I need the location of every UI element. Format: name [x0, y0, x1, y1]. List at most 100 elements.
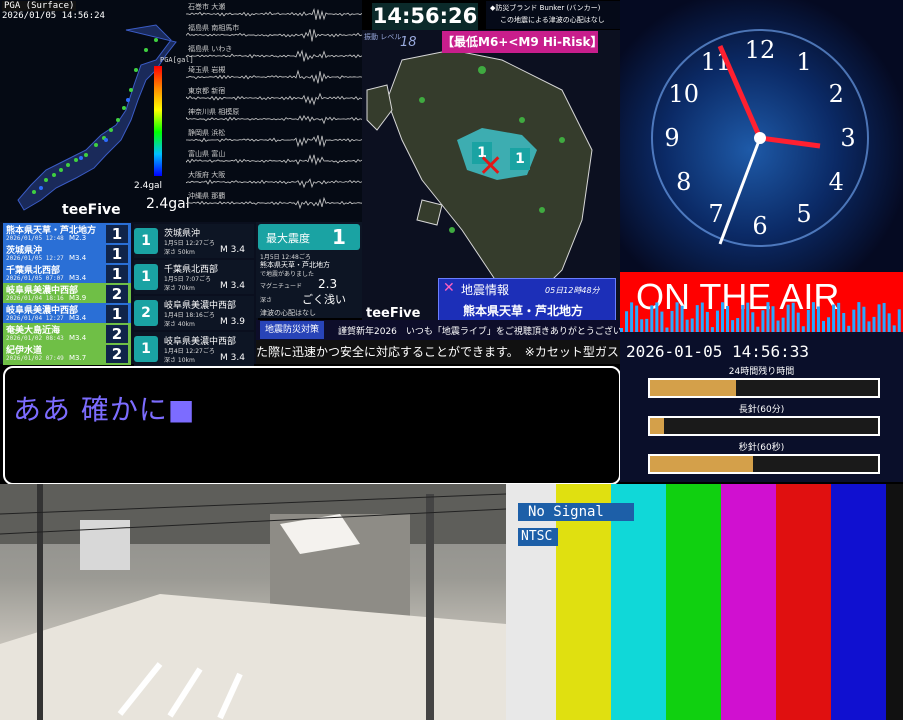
station-label: 東京都 新宿 — [188, 86, 225, 96]
audio-bar — [721, 302, 724, 334]
level-value: 18 — [400, 35, 417, 50]
quake-list-item: 千葉県北西部 2026/01/05 07:07 M3.4 1 — [3, 263, 131, 285]
quake-card: 1 千葉県北西部 1月5日 7:07ごろ 深さ 70km M 3.4 — [134, 260, 254, 294]
gal-small: 2.4gal — [134, 181, 162, 191]
audio-bar — [650, 305, 653, 334]
color-bar — [721, 484, 776, 720]
card-mag: M 3.4 — [220, 245, 245, 255]
info-note: で地震がありました — [260, 269, 314, 278]
clock-number: 4 — [829, 168, 844, 196]
quake-mag: M3.4 — [69, 314, 86, 322]
audio-bar — [817, 306, 820, 334]
quake-history: 熊本県天草・芦北地方 2026/01/05 12:48 M2.3 1 茨城県沖 2… — [0, 222, 258, 364]
audio-bar — [812, 302, 815, 334]
quake-date: 2026/01/04 12:27 — [6, 315, 64, 322]
audio-bar — [888, 313, 891, 334]
tsunami-note: 津波の心配はなし — [260, 308, 316, 318]
color-bar — [666, 484, 721, 720]
scrolling-ticker: た際に迅速かつ安全に対応することができます。 ※カセット型ガスコ — [256, 340, 620, 364]
live-camera-feed — [0, 484, 506, 720]
audio-bar — [837, 303, 840, 334]
quake-card: 1 岐阜県美濃中西部 1月4日 12:27ごろ 深さ 10km M 3.4 — [134, 332, 254, 366]
label-24h: 24時間残り時間 — [620, 364, 903, 377]
quake-mag: M3.7 — [69, 354, 86, 362]
station-label: 埼玉県 岩槻 — [188, 65, 225, 75]
card-depth: 深さ 40km — [164, 319, 195, 328]
waveform-trace — [186, 179, 362, 187]
card-shindo: 1 — [134, 264, 158, 290]
clock-number: 7 — [708, 200, 723, 228]
ntsc-label: NTSC — [518, 528, 558, 546]
clock-number: 3 — [840, 124, 855, 152]
clock-number: 5 — [796, 200, 811, 228]
clock-number: 8 — [676, 168, 691, 196]
quake-shindo: 2 — [106, 325, 128, 343]
gal-big: 2.4gal — [146, 196, 190, 212]
depth-value: ごく浅い — [302, 291, 346, 307]
max-intensity-label: 最大震度 — [266, 230, 310, 246]
quake-mag: M2.3 — [69, 234, 86, 242]
kyushu-map: 1 1 ✕ — [362, 30, 620, 320]
quake-list-item: 岐阜県美濃中西部 2026/01/04 18:16 M3.9 2 — [3, 283, 131, 305]
input-text: ああ 確かに■ — [13, 388, 195, 428]
pga-title: PGA (Surface) — [2, 1, 76, 11]
audio-bar — [746, 303, 749, 334]
sponsor-note: この地震による津波の心配はなし — [486, 13, 620, 25]
clock-number: 12 — [745, 36, 776, 64]
quake-mag: M3.4 — [69, 254, 86, 262]
no-signal-label: No Signal — [518, 503, 634, 521]
analog-clock-panel: 12 1 2 3 4 5 6 7 8 9 10 11 — [620, 0, 903, 272]
audio-bar — [832, 305, 835, 334]
audio-bar — [696, 305, 699, 334]
quake-list-item: 岐阜県美濃中西部 2026/01/04 12:27 M3.4 1 — [3, 303, 131, 325]
card-time: 1月4日 12:27ごろ — [164, 346, 215, 355]
card-time: 1月5日 7:07ごろ — [164, 274, 211, 283]
card-shindo: 2 — [134, 300, 158, 326]
audio-bar — [878, 304, 881, 334]
station-label: 沖縄県 那覇 — [188, 191, 225, 201]
audio-bar — [676, 302, 679, 334]
pga-timestamp: 2026/01/05 14:56:24 — [2, 11, 105, 21]
station-label: 神奈川県 相模原 — [188, 107, 239, 117]
quake-date: 2026/01/05 12:48 — [6, 235, 64, 242]
quake-info-title: 地震情報 — [461, 281, 509, 298]
quake-date: 2026/01/05 12:27 — [6, 255, 64, 262]
station-label: 福島県 いわき — [188, 44, 232, 54]
epicenter-icon: ✕ — [478, 152, 503, 182]
quake-shindo: 1 — [106, 305, 128, 323]
audio-bar — [716, 311, 719, 334]
brand-logo-2: teeFive — [366, 306, 420, 321]
progress-24h-fill — [650, 380, 736, 396]
progress-second — [648, 454, 880, 474]
clock-number: 9 — [664, 124, 679, 152]
station-label: 富山県 富山 — [188, 149, 225, 159]
audio-bars — [620, 294, 903, 334]
card-depth: 深さ 10km — [164, 355, 195, 364]
clock-number: 2 — [829, 80, 844, 108]
level-label: 振動 レベル — [364, 32, 401, 42]
quake-shindo: 2 — [106, 345, 128, 363]
datetime-display: 2026-01-05 14:56:33 — [626, 342, 809, 361]
seismic-panel: PGA (Surface) 2026/01/05 14:56:24 PGA[ga… — [0, 0, 362, 222]
hour-hand — [760, 138, 820, 146]
station-label: 福島県 南相馬市 — [188, 23, 239, 33]
audio-bar — [655, 302, 658, 334]
quake-shindo: 2 — [106, 285, 128, 303]
sponsor-box: ◆防災ブランド Bunker (バンカー) この地震による津波の心配はなし — [486, 1, 620, 29]
max-intensity-value: 1 — [332, 225, 346, 249]
card-time: 1月5日 12:27ごろ — [164, 238, 215, 247]
audio-bar — [807, 310, 810, 334]
audio-bar — [761, 310, 764, 334]
brand-logo: teeFive — [62, 202, 121, 218]
clock-number: 1 — [796, 48, 811, 76]
color-bar — [886, 484, 903, 720]
audio-bar — [681, 306, 684, 334]
audio-bar — [741, 305, 744, 334]
card-mag: M 3.4 — [220, 353, 245, 363]
ticker-header: 地震防災対策 謹賀新年2026 いつも「地震ライブ」をご視聴頂きありがとうござい… — [256, 320, 620, 340]
audio-bar — [852, 310, 855, 334]
audio-bar — [635, 306, 638, 334]
quake-info-region: 熊本県天草・芦北地方 — [463, 302, 583, 319]
quake-list-item: 紀伊水道 2026/01/02 07:49 M3.7 2 — [3, 343, 131, 365]
audio-bar — [792, 303, 795, 334]
